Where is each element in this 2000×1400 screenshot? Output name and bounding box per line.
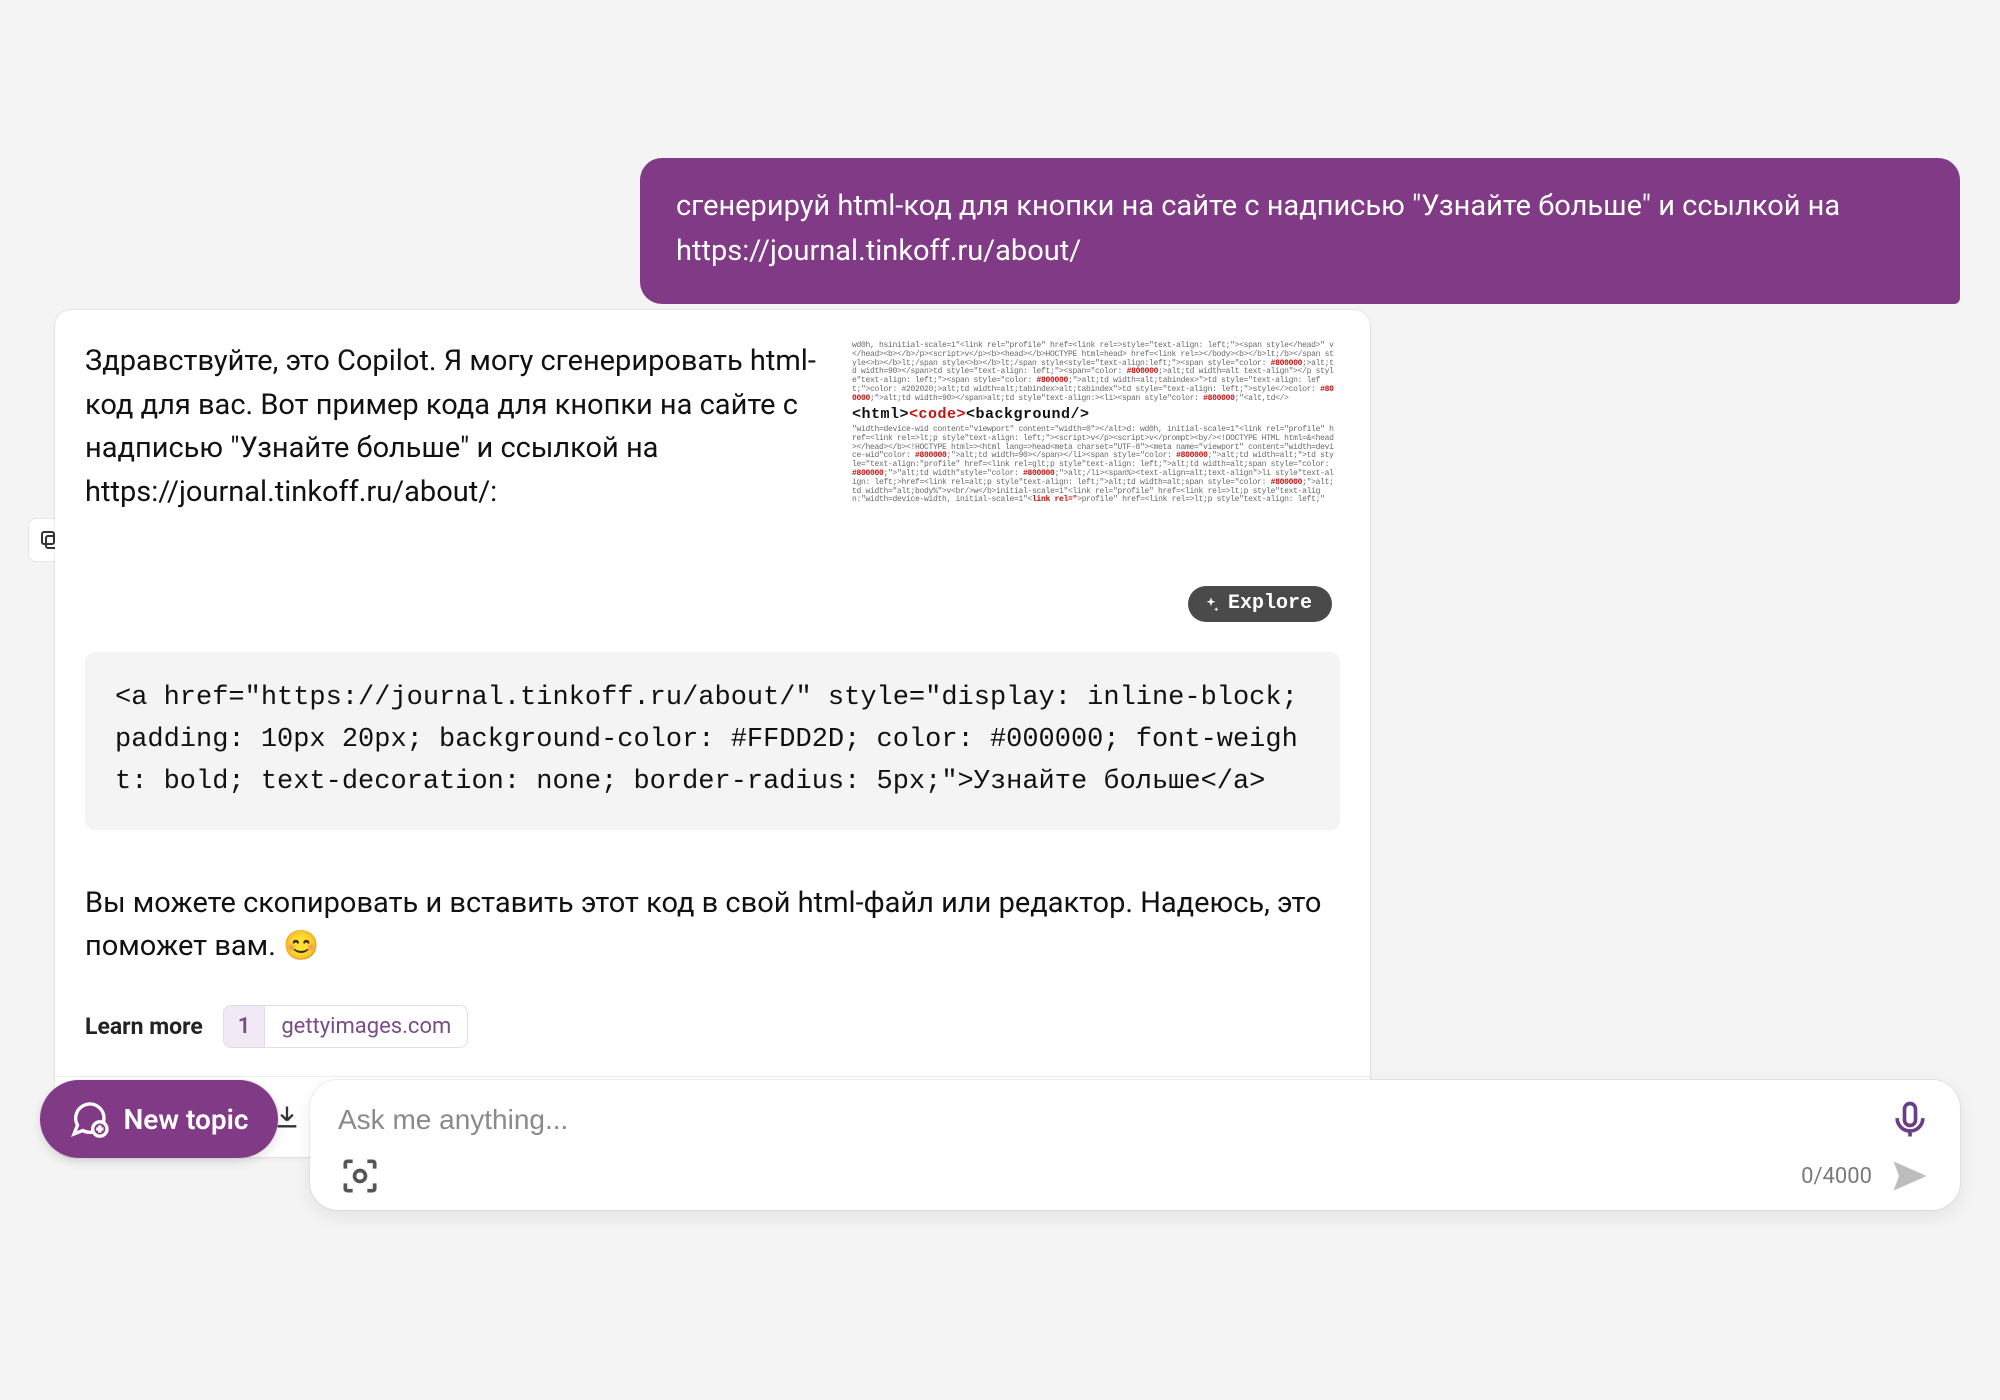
image-input-button[interactable] [338,1154,382,1198]
decorative-code-noise: "width=device-wid content="viewport" con… [852,426,1338,505]
image-explore-button[interactable]: Explore [1188,586,1332,622]
assistant-intro-text: Здравствуйте, это Copilot. Я могу сгенер… [85,340,822,514]
decorative-code-noise: wd0h, hsinitial-scale=1"<link rel="profi… [852,342,1338,404]
image-tagline: <html><code><background/> [852,407,1338,424]
learn-more-label: Learn more [85,1013,203,1040]
scan-icon [338,1154,382,1198]
user-message-text: сгенерируй html-код для кнопки на сайте … [676,189,1840,268]
new-topic-button[interactable]: New topic [40,1080,278,1158]
message-composer: 0/4000 [310,1080,1960,1210]
send-icon [1888,1154,1932,1198]
response-image[interactable]: wd0h, hsinitial-scale=1"<link rel="profi… [850,340,1340,630]
user-message-bubble: сгенерируй html-код для кнопки на сайте … [640,158,1960,304]
citation-chip[interactable]: 1 gettyimages.com [223,1005,469,1048]
assistant-outro-text: Вы можете скопировать и вставить этот ко… [85,882,1340,969]
explore-label: Explore [1228,593,1312,615]
new-topic-chat-icon [69,1099,109,1139]
sparkle-icon [1202,595,1220,613]
message-input[interactable] [338,1104,1876,1136]
char-counter: 0/4000 [1801,1164,1872,1189]
citation-domain: gettyimages.com [265,1006,467,1047]
new-topic-label: New topic [123,1103,248,1136]
assistant-response-card: Здравствуйте, это Copilot. Я могу сгенер… [55,310,1370,1157]
code-text: <a href="https://journal.tinkoff.ru/abou… [115,683,1314,797]
code-block[interactable]: <a href="https://journal.tinkoff.ru/abou… [85,652,1340,830]
citation-index: 1 [224,1006,266,1047]
learn-more-row: Learn more 1 gettyimages.com [85,1005,1340,1048]
microphone-button[interactable] [1888,1098,1932,1142]
send-button[interactable] [1888,1154,1932,1198]
microphone-icon [1888,1098,1932,1142]
